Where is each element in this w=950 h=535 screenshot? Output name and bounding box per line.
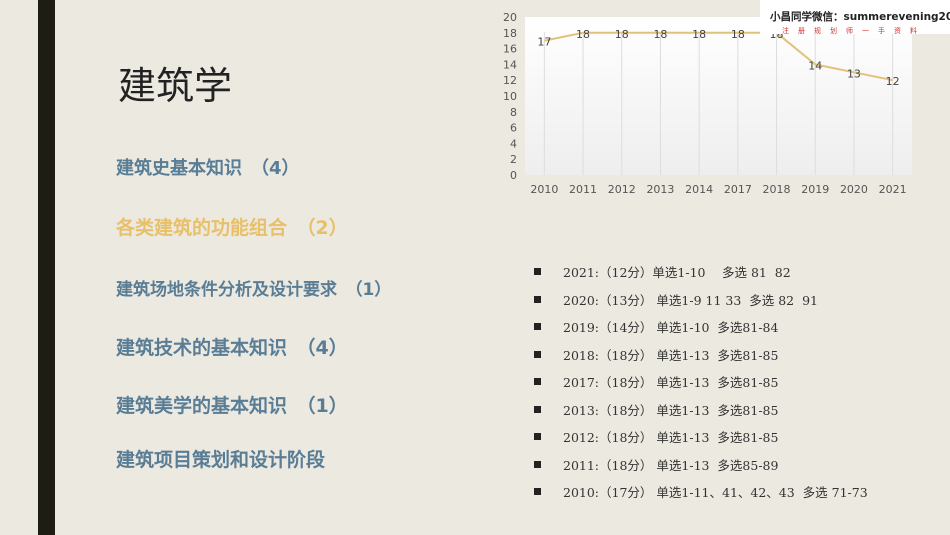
y-tick-label: 8 <box>510 106 517 119</box>
topic-item-highlighted: 各类建筑的功能组合 （2） <box>116 217 348 239</box>
y-tick-label: 14 <box>503 58 517 71</box>
data-label: 18 <box>731 28 745 41</box>
data-label: 13 <box>847 67 861 80</box>
bullet-icon <box>534 295 541 303</box>
list-item: 2011:（18分） 单选1-13 多选85-89 <box>534 451 868 479</box>
watermark-line2: 注册规划师一手资料 <box>782 27 926 35</box>
y-tick-label: 20 <box>503 11 517 24</box>
list-item-text: 2021:（12分）单选1-10 多选 81 82 <box>563 265 791 281</box>
bullet-icon <box>534 433 541 441</box>
list-item-text: 2011:（18分） 单选1-13 多选85-89 <box>563 457 779 473</box>
list-item: 2010:（17分） 单选1-11、41、42、43 多选 71-73 <box>534 478 868 506</box>
watermark-line1: 小昌同学微信：summerevening2020 <box>770 11 950 23</box>
x-tick-label: 2012 <box>608 183 636 196</box>
y-tick-label: 2 <box>510 153 517 166</box>
y-tick-label: 0 <box>510 169 517 182</box>
data-label: 12 <box>886 75 900 88</box>
data-label: 18 <box>692 28 706 41</box>
year-list: 2021:（12分）单选1-10 多选 81 82 2020:（13分） 单选1… <box>534 258 868 506</box>
data-label: 18 <box>653 28 667 41</box>
list-item: 2021:（12分）单选1-10 多选 81 82 <box>534 258 868 286</box>
bullet-icon <box>534 350 541 358</box>
list-item-text: 2019:（14分） 单选1-10 多选81-84 <box>563 320 779 336</box>
list-item: 2013:（18分） 单选1-13 多选81-85 <box>534 396 868 424</box>
topic-item: 建筑技术的基本知识 （4） <box>116 337 348 359</box>
x-tick-label: 2019 <box>801 183 829 196</box>
data-label: 17 <box>537 36 551 49</box>
x-tick-label: 2013 <box>646 183 674 196</box>
y-tick-label: 12 <box>503 74 517 87</box>
topic-item: 建筑场地条件分析及设计要求 （1） <box>116 280 392 300</box>
list-item-text: 2020:（13分） 单选1-9 11 33 多选 82 91 <box>563 292 818 308</box>
list-item: 2018:（18分） 单选1-13 多选81-85 <box>534 341 868 369</box>
x-tick-label: 2014 <box>685 183 713 196</box>
data-label: 18 <box>615 28 629 41</box>
topic-item: 建筑史基本知识 （4） <box>116 158 300 179</box>
bullet-icon <box>534 323 541 331</box>
list-item-text: 2013:（18分） 单选1-13 多选81-85 <box>563 402 779 418</box>
y-tick-label: 4 <box>510 137 517 150</box>
topic-item: 建筑项目策划和设计阶段 <box>116 449 326 471</box>
bullet-icon <box>534 268 541 276</box>
x-tick-label: 2011 <box>569 183 597 196</box>
list-item-text: 2010:（17分） 单选1-11、41、42、43 多选 71-73 <box>563 485 868 501</box>
list-item: 2019:（14分） 单选1-10 多选81-84 <box>534 313 868 341</box>
y-tick-label: 10 <box>503 90 517 103</box>
data-label: 14 <box>808 59 822 72</box>
x-tick-label: 2021 <box>879 183 907 196</box>
topic-item: 建筑美学的基本知识 （1） <box>116 395 348 417</box>
list-item: 2017:（18分） 单选1-13 多选81-85 <box>534 368 868 396</box>
list-item: 2020:（13分） 单选1-9 11 33 多选 82 91 <box>534 286 868 314</box>
y-tick-label: 6 <box>510 122 517 135</box>
bullet-icon <box>534 488 541 496</box>
slide-title: 建筑学 <box>118 64 233 108</box>
x-tick-label: 2010 <box>530 183 558 196</box>
y-tick-label: 18 <box>503 27 517 40</box>
list-item: 2012:（18分） 单选1-13 多选81-85 <box>534 423 868 451</box>
list-item-text: 2018:（18分） 单选1-13 多选81-85 <box>563 347 779 363</box>
list-item-text: 2017:（18分） 单选1-13 多选81-85 <box>563 375 779 391</box>
y-tick-label: 16 <box>503 43 517 56</box>
watermark: 小昌同学微信：summerevening2020 注册规划师一手资料 <box>760 0 950 35</box>
bullet-icon <box>534 378 541 386</box>
x-tick-label: 2018 <box>763 183 791 196</box>
bullet-icon <box>534 460 541 468</box>
data-label: 18 <box>576 28 590 41</box>
x-tick-label: 2020 <box>840 183 868 196</box>
list-item-text: 2012:（18分） 单选1-13 多选81-85 <box>563 430 779 446</box>
bullet-icon <box>534 405 541 413</box>
left-accent-bar <box>38 0 55 535</box>
x-tick-label: 2017 <box>724 183 752 196</box>
